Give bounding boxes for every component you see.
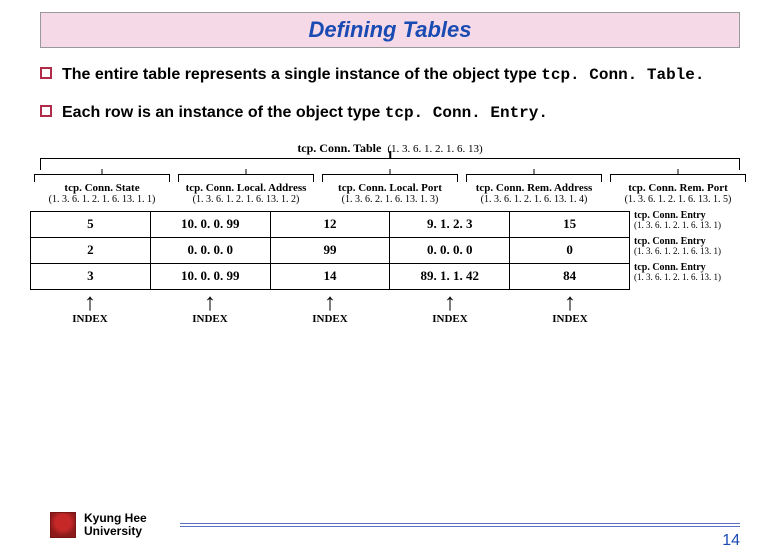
- entry-label: tcp. Conn. Entry (1. 3. 6. 1. 2. 1. 6. 1…: [630, 211, 750, 237]
- column-header: tcp. Conn. Local. Port (1. 3. 6. 2. 1. 6…: [318, 172, 462, 205]
- table-row: 2 0. 0. 0. 0 99 0. 0. 0. 0 0: [31, 237, 630, 263]
- arrow-up-icon: ↑: [510, 294, 630, 313]
- table-diagram: tcp. Conn. Table (1. 3. 6. 1. 2. 1. 6. 1…: [30, 141, 750, 325]
- bullet-text: The entire table represents a single ins…: [62, 64, 704, 86]
- arrow-up-icon: ↑: [150, 294, 270, 313]
- bullet-list: The entire table represents a single ins…: [40, 64, 740, 125]
- bullet-item: Each row is an instance of the object ty…: [40, 102, 740, 124]
- column-header: tcp. Conn. Rem. Port (1. 3. 6. 1. 2. 1. …: [606, 172, 750, 205]
- entry-label: tcp. Conn. Entry (1. 3. 6. 1. 2. 1. 6. 1…: [630, 263, 750, 289]
- column-header: tcp. Conn. Rem. Address (1. 3. 6. 1. 2. …: [462, 172, 606, 205]
- slide-title: Defining Tables: [309, 17, 472, 42]
- data-table: 5 10. 0. 0. 99 12 9. 1. 2. 3 15 2 0. 0. …: [30, 211, 630, 290]
- table-row: 5 10. 0. 0. 99 12 9. 1. 2. 3 15: [31, 211, 630, 237]
- bracket-icon: [34, 174, 170, 182]
- index-arrow: ↑ INDEX: [150, 294, 270, 325]
- bullet-text: Each row is an instance of the object ty…: [62, 102, 548, 124]
- index-arrow: ↑ INDEX: [270, 294, 390, 325]
- footer-rule-icon: [180, 523, 740, 527]
- entry-label: tcp. Conn. Entry (1. 3. 6. 1. 2. 1. 6. 1…: [630, 237, 750, 263]
- column-headers: tcp. Conn. State (1. 3. 6. 1. 2. 1. 6. 1…: [30, 172, 750, 205]
- table-row: 3 10. 0. 0. 99 14 89. 1. 1. 42 84: [31, 263, 630, 289]
- bracket-icon: [466, 174, 602, 182]
- slide-title-bar: Defining Tables: [40, 12, 740, 48]
- university-logo-icon: [50, 512, 76, 538]
- bracket-icon: [322, 174, 458, 182]
- index-arrow: ↑ INDEX: [510, 294, 630, 325]
- arrow-up-icon: ↑: [390, 294, 510, 313]
- slide-footer: Kyung Hee University: [50, 512, 740, 538]
- bullet-icon: [40, 105, 52, 117]
- column-header: tcp. Conn. Local. Address (1. 3. 6. 1. 2…: [174, 172, 318, 205]
- arrow-up-icon: ↑: [270, 294, 390, 313]
- arrow-up-icon: ↑: [30, 294, 150, 313]
- index-arrows: ↑ INDEX ↑ INDEX ↑ INDEX ↑ INDEX ↑ INDEX: [30, 294, 630, 325]
- bracket-icon: [178, 174, 314, 182]
- index-arrow: ↑ INDEX: [390, 294, 510, 325]
- index-arrow: ↑ INDEX: [30, 294, 150, 325]
- bullet-item: The entire table represents a single ins…: [40, 64, 740, 86]
- row-entry-labels: tcp. Conn. Entry (1. 3. 6. 1. 2. 1. 6. 1…: [630, 211, 750, 290]
- column-header: tcp. Conn. State (1. 3. 6. 1. 2. 1. 6. 1…: [30, 172, 174, 205]
- bracket-icon: [610, 174, 746, 182]
- university-name: Kyung Hee University: [84, 512, 174, 538]
- page-number: 14: [722, 532, 740, 550]
- bullet-icon: [40, 67, 52, 79]
- data-table-wrap: 5 10. 0. 0. 99 12 9. 1. 2. 3 15 2 0. 0. …: [30, 211, 750, 290]
